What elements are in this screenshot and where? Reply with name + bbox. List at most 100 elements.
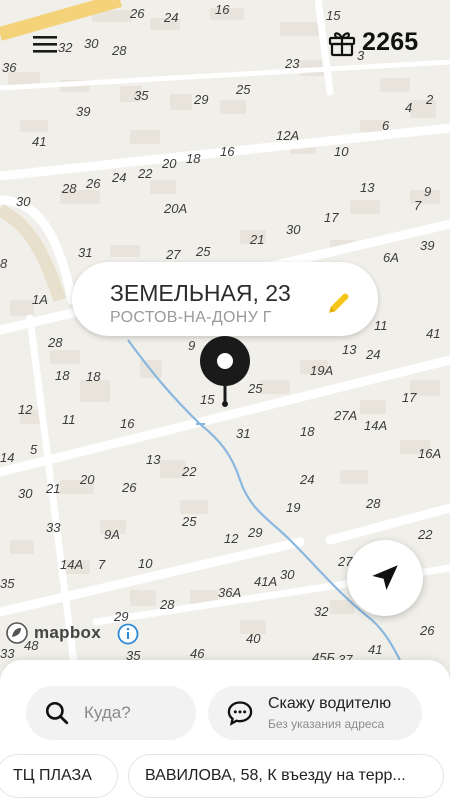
house-number-label: 27A bbox=[333, 408, 357, 423]
house-number-label: 22 bbox=[417, 527, 433, 542]
house-number-label: 41 bbox=[368, 642, 382, 657]
house-number-label: 36A bbox=[218, 585, 241, 600]
hamburger-menu-button[interactable] bbox=[22, 28, 64, 58]
house-number-label: 33 bbox=[46, 520, 61, 535]
house-number-label: 11 bbox=[374, 318, 388, 333]
gift-count: 2265 bbox=[362, 28, 419, 56]
house-number-label: 11 bbox=[62, 412, 76, 427]
house-number-label: 18 bbox=[300, 424, 315, 439]
house-number-label: 46 bbox=[190, 646, 205, 661]
house-number-label: 31 bbox=[78, 245, 92, 260]
house-number-label: 29 bbox=[193, 92, 208, 107]
house-number-label: 30 bbox=[286, 222, 301, 237]
house-number-label: 35 bbox=[0, 576, 15, 591]
house-number-label: 19 bbox=[286, 500, 300, 515]
house-number-label: 10 bbox=[334, 144, 349, 159]
house-number-label: 26 bbox=[419, 623, 435, 638]
house-number-label: 12 bbox=[18, 402, 33, 417]
house-number-label: 6 bbox=[382, 118, 390, 133]
tell-driver-title: Скажу водителю bbox=[268, 695, 392, 712]
house-number-label: 17 bbox=[324, 210, 339, 225]
house-number-label: 35 bbox=[134, 88, 149, 103]
house-number-label: 41A bbox=[254, 574, 277, 589]
bottom-sheet: Куда? Скажу водителю Без указания адреса… bbox=[0, 660, 450, 800]
house-number-label: 30 bbox=[18, 486, 33, 501]
recent-place-chip[interactable]: ТЦ ПЛАЗА bbox=[0, 754, 118, 798]
house-number-label: 21 bbox=[249, 232, 264, 247]
house-number-label: 30 bbox=[280, 567, 295, 582]
tell-driver-button[interactable]: Скажу водителю Без указания адреса bbox=[208, 686, 422, 740]
house-number-label: 22 bbox=[181, 464, 197, 479]
house-number-label: 25 bbox=[181, 514, 197, 529]
search-icon bbox=[45, 701, 69, 725]
house-number-label: 9 bbox=[424, 184, 431, 199]
pickup-address-card[interactable]: ЗЕМЕЛЬНАЯ, 23 РОСТОВ-НА-ДОНУ Г bbox=[72, 262, 378, 336]
house-number-label: 25 bbox=[195, 244, 211, 259]
menu-icon bbox=[33, 36, 57, 53]
location-pin-icon bbox=[200, 336, 250, 407]
pickup-address-title: ЗЕМЕЛЬНАЯ, 23 bbox=[110, 280, 291, 306]
recent-place-chip[interactable]: ВАВИЛОВА, 58, К въезду на терр... bbox=[128, 754, 444, 798]
house-number-label: 18 bbox=[86, 369, 101, 384]
mapbox-logo[interactable]: mapbox bbox=[6, 622, 101, 644]
house-number-label: 31 bbox=[236, 426, 250, 441]
house-number-label: 30 bbox=[16, 194, 31, 209]
house-number-label: 7 bbox=[414, 198, 422, 213]
top-bar: 2265 bbox=[0, 0, 450, 80]
house-number-label: 24 bbox=[111, 170, 126, 185]
house-number-label: 32 bbox=[314, 604, 329, 619]
house-number-label: 2 bbox=[425, 92, 434, 107]
house-number-label: 17 bbox=[402, 390, 417, 405]
house-number-label: 24 bbox=[299, 472, 314, 487]
house-number-label: 10 bbox=[138, 556, 153, 571]
house-number-label: 39 bbox=[76, 104, 90, 119]
house-number-label: 4 bbox=[405, 100, 412, 115]
house-number-label: 27 bbox=[165, 247, 181, 262]
house-number-label: 28 bbox=[159, 597, 175, 612]
house-number-label: 9A bbox=[104, 527, 120, 542]
house-number-label: 18 bbox=[55, 368, 70, 383]
house-number-label: 41 bbox=[32, 134, 46, 149]
house-number-label: 29 bbox=[247, 525, 262, 540]
house-number-label: 16 bbox=[120, 416, 135, 431]
pickup-address-city: РОСТОВ-НА-ДОНУ Г bbox=[110, 309, 272, 326]
house-number-label: 13 bbox=[146, 452, 161, 467]
house-number-label: 14A bbox=[60, 557, 83, 572]
info-icon[interactable] bbox=[117, 623, 139, 645]
house-number-label: 25 bbox=[235, 82, 251, 97]
house-number-label: 41 bbox=[426, 326, 440, 341]
recent-place-label: ВАВИЛОВА, 58, К въезду на терр... bbox=[145, 767, 406, 784]
house-number-label: 5 bbox=[30, 442, 38, 457]
house-number-label: 14 bbox=[0, 450, 14, 465]
gift-bonus-button[interactable]: 2265 bbox=[328, 28, 418, 57]
house-number-label: 1A bbox=[32, 292, 48, 307]
house-number-label: 14A bbox=[364, 418, 387, 433]
house-number-label: 26 bbox=[121, 480, 137, 495]
house-number-label: 26 bbox=[85, 176, 101, 191]
house-number-label: 16A bbox=[418, 446, 441, 461]
destination-search-button[interactable]: Куда? bbox=[26, 686, 196, 740]
house-number-label: 29 bbox=[113, 609, 128, 624]
mapbox-label: mapbox bbox=[34, 623, 101, 642]
house-number-label: 40 bbox=[246, 631, 261, 646]
house-number-label: 20 bbox=[161, 156, 177, 171]
chat-bubble-icon bbox=[227, 701, 253, 726]
house-number-label: 33 bbox=[0, 646, 15, 661]
house-number-label: 6A bbox=[383, 250, 399, 265]
house-number-label: 19A bbox=[310, 363, 333, 378]
house-number-label: 12A bbox=[276, 128, 299, 143]
search-placeholder: Куда? bbox=[84, 703, 131, 722]
house-number-label: 39 bbox=[420, 238, 434, 253]
house-number-label: 28 bbox=[365, 496, 381, 511]
house-number-label: 9 bbox=[188, 338, 195, 353]
house-number-label: 7 bbox=[98, 557, 106, 572]
house-number-label: 20 bbox=[79, 472, 95, 487]
mapbox-icon bbox=[6, 622, 28, 644]
house-number-label: 21 bbox=[45, 481, 60, 496]
edit-pencil-icon[interactable] bbox=[326, 290, 352, 316]
house-number-label: 28 bbox=[47, 335, 63, 350]
house-number-label: 28 bbox=[61, 181, 77, 196]
house-number-label: 22 bbox=[137, 166, 153, 181]
my-location-button[interactable] bbox=[347, 540, 423, 616]
house-number-label: 24 bbox=[365, 347, 380, 362]
